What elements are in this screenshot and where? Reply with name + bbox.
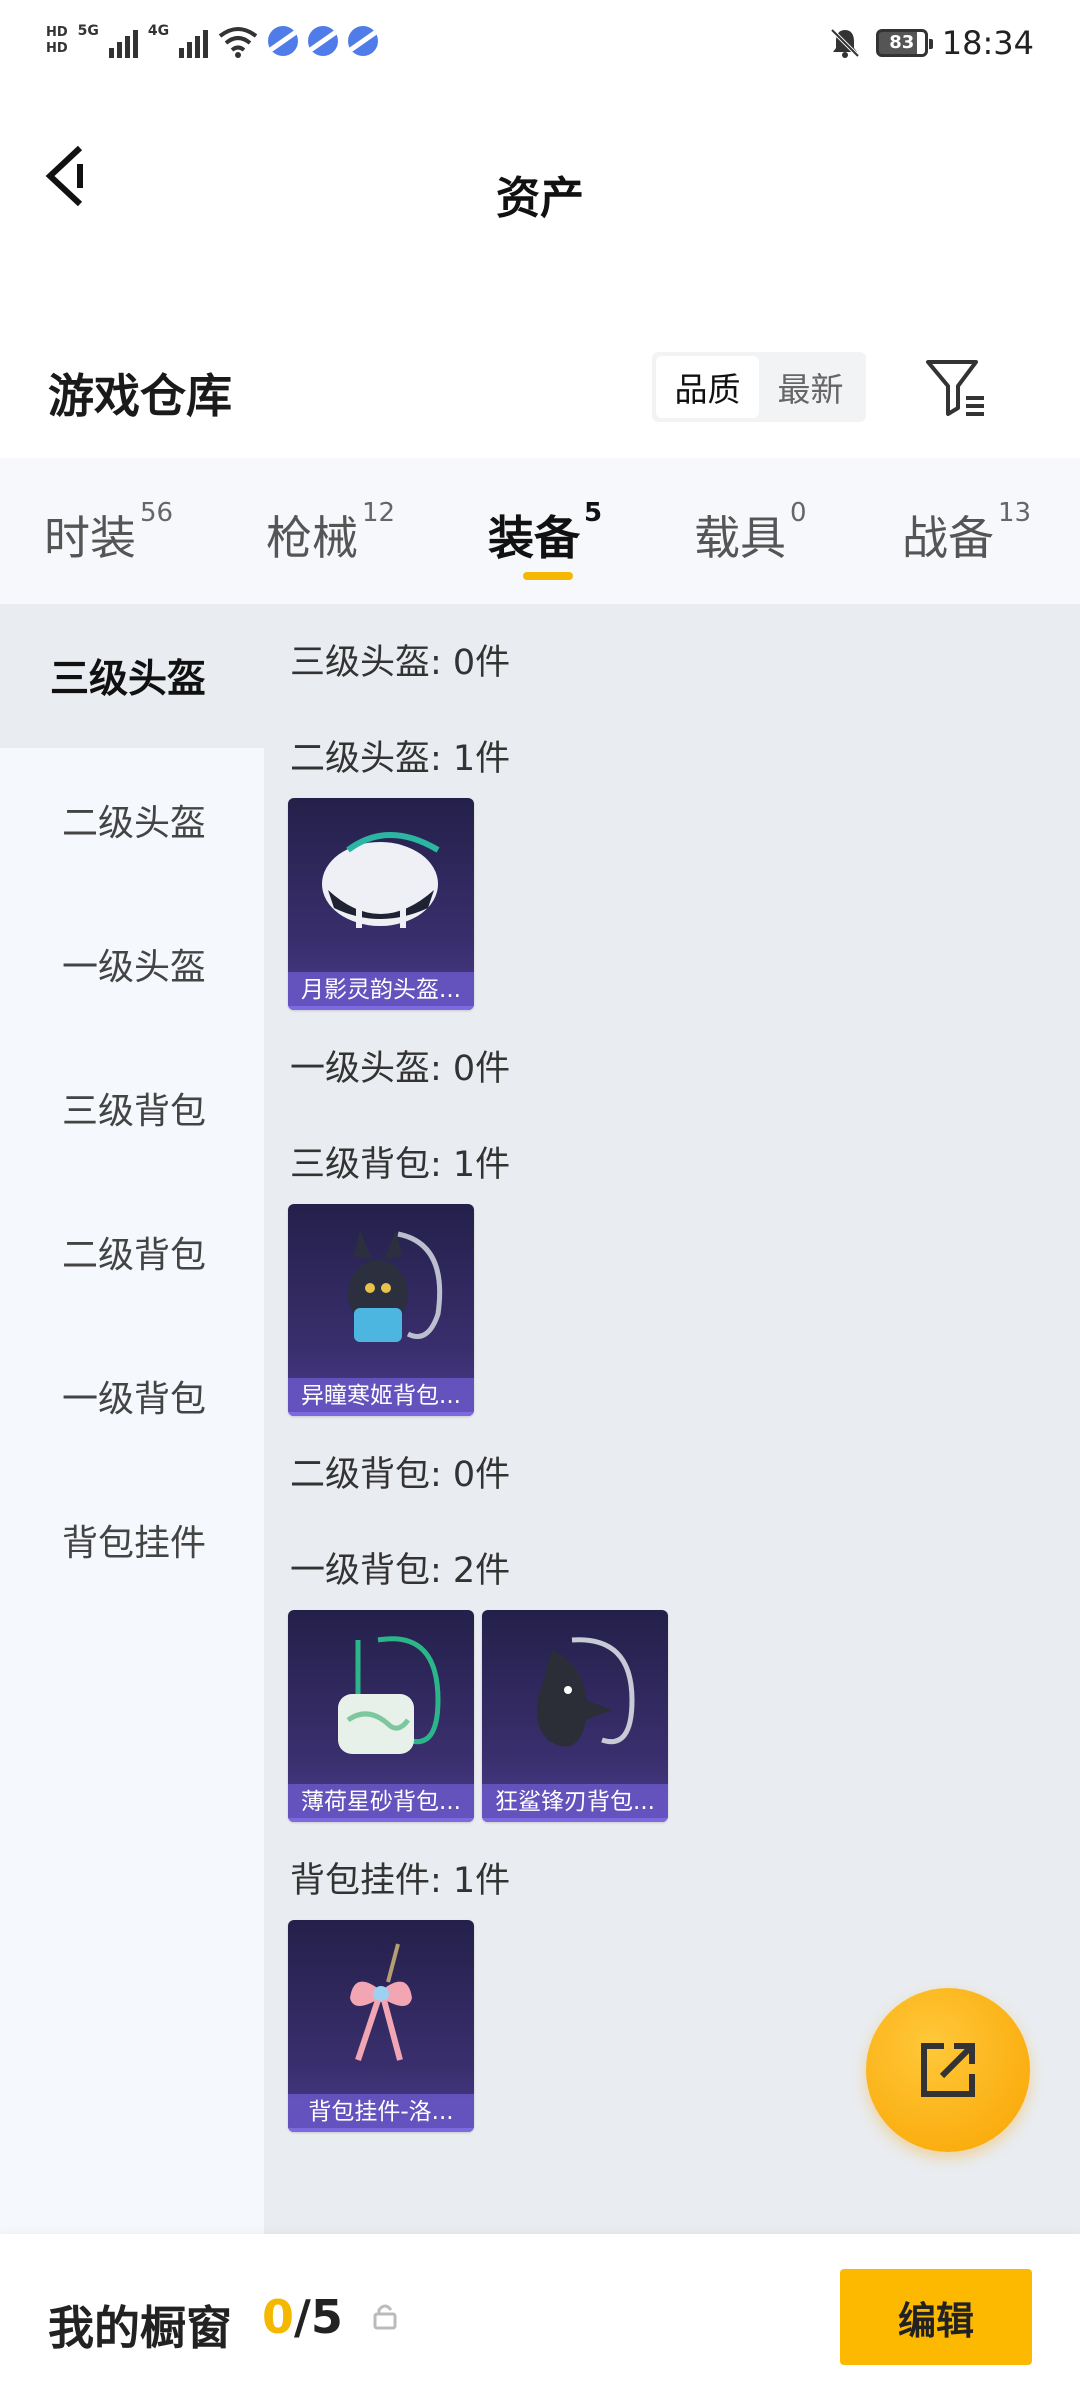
showcase-max: 5 [310, 2290, 343, 2344]
edit-button[interactable]: 编辑 [840, 2269, 1032, 2365]
share-fab-button[interactable] [866, 1988, 1030, 2152]
tab-label: 载具 [694, 511, 786, 565]
section-title: 一级头盔: 0件 [290, 1049, 511, 1089]
backpack-icon [536, 1637, 635, 1747]
showcase-count: 0/5 [262, 2290, 343, 2344]
sidebar-item-level2-backpack[interactable]: 二级背包 [0, 1180, 264, 1324]
section-title: 二级背包: 0件 [290, 1455, 511, 1495]
showcase-title: 我的橱窗 [48, 2301, 232, 2355]
tab-supplies[interactable]: 战备 13 [902, 498, 1031, 568]
item-card[interactable]: 薄荷星砂背包... [288, 1610, 474, 1822]
sidebar-item-level3-backpack[interactable]: 三级背包 [0, 1036, 264, 1180]
sort-quality-button[interactable]: 品质 [656, 356, 759, 418]
backpack-icon [338, 1636, 441, 1754]
sidebar-item-level1-backpack[interactable]: 一级背包 [0, 1324, 264, 1468]
tab-fashion[interactable]: 时装 56 [44, 498, 173, 568]
hd-label: HD [46, 41, 68, 56]
showcase-separator: / [294, 2290, 311, 2344]
tab-count: 0 [790, 498, 807, 528]
item-name: 月影灵韵头盔... [288, 972, 474, 1010]
tab-guns[interactable]: 枪械 12 [266, 498, 395, 568]
signal-icon [179, 24, 209, 58]
tab-label: 时装 [44, 511, 136, 565]
item-name: 狂鲨锋刃背包... [482, 1784, 668, 1822]
status-bar: HD HD 5G 4G 83 18:34 [0, 0, 1080, 100]
app-header: 资产 [0, 100, 1080, 240]
filter-icon[interactable] [924, 356, 988, 420]
tab-vehicles[interactable]: 载具 0 [694, 498, 807, 568]
section-title: 三级头盔: 0件 [290, 643, 511, 683]
backpack-icon [348, 1230, 443, 1342]
category-tabs: 时装 56 枪械 12 装备 5 载具 0 战备 13 [0, 458, 1080, 604]
clock: 18:34 [941, 24, 1034, 62]
app-notification-icon [268, 26, 299, 56]
section-title: 二级头盔: 1件 [290, 739, 511, 779]
external-link-icon [921, 2043, 975, 2097]
page-title: 资产 [496, 173, 584, 224]
sidebar-item-backpack-charm[interactable]: 背包挂件 [0, 1468, 264, 1612]
helmet-icon [322, 832, 440, 928]
network-type-5g: 5G [77, 23, 99, 39]
active-tab-indicator [523, 572, 573, 580]
warehouse-title: 游戏仓库 [48, 369, 232, 423]
tab-count: 5 [584, 498, 603, 528]
tab-label: 战备 [902, 511, 994, 565]
sidebar-item-level2-helmet[interactable]: 二级头盔 [0, 748, 264, 892]
tab-label: 枪械 [266, 511, 358, 565]
backpack-charm-icon [350, 1943, 412, 2061]
item-card[interactable]: 异瞳寒姬背包... [288, 1204, 474, 1416]
app-notification-icon [308, 26, 339, 56]
sub-category-sidebar: 三级头盔 二级头盔 一级头盔 三级背包 二级背包 一级背包 背包挂件 [0, 604, 264, 2234]
tab-label: 装备 [488, 511, 580, 565]
sort-latest-button[interactable]: 最新 [759, 356, 862, 418]
tab-count: 13 [998, 498, 1032, 528]
tab-equipment[interactable]: 装备 5 [488, 498, 602, 568]
tab-count: 56 [140, 498, 174, 528]
item-name: 背包挂件-洛... [288, 2094, 474, 2132]
item-name: 异瞳寒姬背包... [288, 1378, 474, 1416]
lock-icon [373, 2304, 397, 2330]
item-card[interactable]: 月影灵韵头盔... [288, 798, 474, 1010]
status-left: HD HD 5G 4G [46, 23, 379, 58]
tab-count: 12 [362, 498, 396, 528]
sidebar-item-level3-helmet[interactable]: 三级头盔 [0, 604, 264, 748]
wifi-icon [218, 27, 258, 58]
bell-muted-icon [830, 28, 860, 58]
item-card[interactable]: 狂鲨锋刃背包... [482, 1610, 668, 1822]
showcase-current: 0 [262, 2290, 295, 2344]
section-title: 三级背包: 1件 [290, 1145, 511, 1185]
network-type-4g: 4G [147, 23, 170, 39]
app-notification-icon [348, 26, 379, 56]
section-title: 背包挂件: 1件 [290, 1861, 511, 1901]
sidebar-item-level1-helmet[interactable]: 一级头盔 [0, 892, 264, 1036]
status-right: 83 18:34 [828, 24, 1034, 62]
item-card[interactable]: 背包挂件-洛... [288, 1920, 474, 2132]
sort-toggle: 品质 最新 [652, 352, 866, 422]
hd-indicator: HD HD [46, 25, 68, 57]
battery-indicator: 83 [875, 29, 933, 57]
item-name: 薄荷星砂背包... [288, 1784, 474, 1822]
showcase-bar: 我的橱窗 0/5 编辑 [0, 2234, 1080, 2400]
section-title: 一级背包: 2件 [290, 1551, 511, 1591]
signal-icon [108, 24, 138, 58]
hd-label: HD [46, 25, 68, 40]
